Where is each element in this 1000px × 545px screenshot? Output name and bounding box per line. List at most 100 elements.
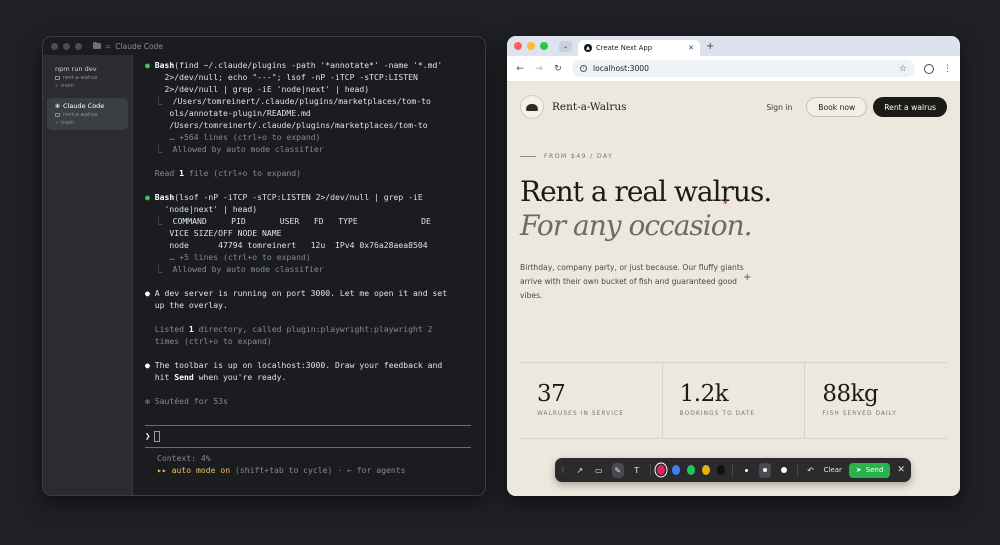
session-branch: main <box>61 83 74 89</box>
profile-avatar-icon[interactable] <box>924 63 934 74</box>
zoom-window-button[interactable] <box>75 42 82 50</box>
text-tool-icon[interactable]: T <box>631 463 643 478</box>
browser-tab[interactable]: ▲ Create Next App ✕ <box>578 40 700 56</box>
tree-corner-icon: ⎿ <box>145 96 173 106</box>
stat-label: FISH SERVED DAILY <box>822 411 897 417</box>
listed-summary[interactable]: Listed 1 directory, called plugin:playwr… <box>145 323 473 335</box>
context-usage: Context: 4% <box>157 453 211 463</box>
close-icon[interactable]: ✕ <box>897 465 905 475</box>
stat-value: 1.2k <box>679 381 729 407</box>
permission-note-text: Allowed by auto mode classifier <box>172 264 324 274</box>
tool-output-more[interactable]: … +5 lines (ctrl+o to expand) <box>145 251 473 263</box>
new-tab-plus-icon[interactable]: + <box>706 41 714 52</box>
divider <box>796 464 798 476</box>
tool-command-cont: 2>/dev/null; echo "---"; lsof -nP -iTCP … <box>145 72 418 82</box>
permission-note: ⎿ Allowed by auto mode classifier <box>145 264 324 274</box>
menu-kebab-icon[interactable]: ⋮ <box>943 64 952 74</box>
tool-output-text: COMMAND PID USER FD TYPE DE <box>172 216 431 226</box>
tab-search-chevron-down-icon[interactable]: ⌄ <box>559 40 572 52</box>
tool-output-line: node 47794 tomreinert 12u IPv4 0x76a28ae… <box>145 239 473 251</box>
site-info-icon[interactable]: i <box>580 65 587 72</box>
stroke-size-medium[interactable] <box>758 462 771 478</box>
pen-tool-icon[interactable]: ✎ <box>611 462 624 478</box>
permission-note-text: Allowed by auto mode classifier <box>172 144 324 154</box>
message-text: up the overlay. <box>154 300 228 310</box>
read-summary[interactable]: Read 1 file (ctrl+o to expand) <box>145 167 473 179</box>
assistant-message-cont: hit Send when you're ready. <box>145 371 473 383</box>
listed-text: times (ctrl+o to expand) <box>154 336 272 346</box>
undo-icon[interactable]: ↶ <box>805 463 817 478</box>
back-arrow-icon[interactable]: ← <box>515 64 525 74</box>
book-now-button[interactable]: Book now <box>806 97 868 117</box>
color-swatch-green[interactable] <box>687 465 696 475</box>
color-swatch-yellow[interactable] <box>702 465 711 475</box>
drag-handle-icon[interactable]: ⠇ <box>561 466 567 475</box>
stroke-size-small[interactable] <box>740 463 752 478</box>
prompt-input[interactable]: ❯ <box>145 426 471 447</box>
minimize-window-button[interactable] <box>63 42 70 50</box>
zoom-window-button[interactable] <box>540 42 548 50</box>
stroke-size-large[interactable] <box>778 463 790 478</box>
bookmark-star-icon[interactable]: ☆ <box>899 64 907 74</box>
address-bar[interactable]: i localhost:3000 ☆ <box>572 60 915 77</box>
hero-section: FROM $49 / DAY Rent a real walrus. For a… <box>507 132 960 303</box>
tool-output-line: /Users/tomreinert/.claude/plugins/market… <box>145 119 473 131</box>
tool-name: Bash <box>154 60 175 70</box>
color-swatch-red[interactable] <box>657 465 666 475</box>
reload-icon[interactable]: ↻ <box>553 64 563 74</box>
web-page: Rent-a-Walrus Sign in Book now Rent a wa… <box>507 82 960 496</box>
send-button[interactable]: ➤ Send <box>848 462 891 478</box>
color-swatch-blue[interactable] <box>672 465 681 475</box>
arrow-tool-icon[interactable]: ↗ <box>574 463 586 478</box>
divider <box>649 464 651 476</box>
folder-icon <box>55 113 60 117</box>
session-title-row: ✻ Claude Code <box>55 102 121 110</box>
tool-call-line: ● Bash(find ~/.claude/plugins -path '*an… <box>145 59 473 71</box>
rent-a-walrus-button[interactable]: Rent a walrus <box>873 97 947 117</box>
folder-icon <box>55 76 60 80</box>
send-label: Send <box>865 466 884 474</box>
rectangle-tool-icon[interactable]: ▭ <box>593 463 605 478</box>
tool-output-line: ⎿ /Users/tomreinert/.claude/plugins/mark… <box>145 95 473 107</box>
assistant-message: ● A dev server is running on port 3000. … <box>145 287 473 299</box>
nextjs-favicon-icon: ▲ <box>584 44 592 52</box>
eyebrow-rule <box>520 156 536 157</box>
tool-output-text: /Users/tomreinert/.claude/plugins/market… <box>172 96 431 106</box>
stat-value: 37 <box>537 381 566 407</box>
crosshair-cursor-icon: + <box>743 272 752 283</box>
tool-output-text: node 47794 tomreinert 12u IPv4 0x76a28ae… <box>169 240 428 250</box>
message-dot-icon: ● <box>145 288 150 298</box>
stat-value: 88kg <box>822 381 879 407</box>
walrus-logo[interactable] <box>520 95 544 119</box>
tool-output-more[interactable]: … +564 lines (ctrl+o to expand) <box>145 131 473 143</box>
assistant-message: ● The toolbar is up on localhost:3000. D… <box>145 359 473 371</box>
close-window-button[interactable] <box>514 42 522 50</box>
brand-name[interactable]: Rent-a-Walrus <box>552 101 766 113</box>
tool-call-line: ● Bash(lsof -nP -iTCP -sTCP:LISTEN 2>/de… <box>145 191 473 203</box>
annotation-toolbar: ⠇ ↗ ▭ ✎ T ↶ Clear ➤ Send ✕ <box>555 458 911 482</box>
session-folder-row: rent-a-walrus <box>55 75 121 81</box>
session-title: npm run dev <box>55 65 97 73</box>
send-plane-icon: ➤ <box>855 466 862 474</box>
prompt-area: ❯ Context: 4% ▸▸ auto mode on (shift+tab… <box>145 425 471 476</box>
close-icon[interactable]: ✕ <box>688 44 694 52</box>
session-sidebar: npm run dev rent-a-walrus ⑂ main ✻ Claud… <box>43 55 133 495</box>
message-bold: Send <box>174 372 194 382</box>
listed-summary-cont: times (ctrl+o to expand) <box>145 335 473 347</box>
close-window-button[interactable] <box>51 42 58 50</box>
session-item-claude-code[interactable]: ✻ Claude Code rent-a-walrus ⑂ main <box>47 98 128 130</box>
minimize-window-button[interactable] <box>527 42 535 50</box>
sign-in-link[interactable]: Sign in <box>766 103 792 112</box>
color-swatch-black[interactable] <box>717 465 726 475</box>
status-area: Context: 4% ▸▸ auto mode on (shift+tab t… <box>145 452 471 476</box>
terminal-title-text: Claude Code <box>115 41 163 51</box>
auto-mode-status[interactable]: ▸▸ auto mode on (shift+tab to cycle) · ←… <box>157 464 471 476</box>
tool-command: (lsof -nP -iTCP -sTCP:LISTEN 2>/dev/null… <box>174 192 423 202</box>
session-item-npm-run-dev[interactable]: npm run dev rent-a-walrus ⑂ main <box>47 61 128 93</box>
forward-arrow-icon[interactable]: → <box>534 64 544 74</box>
git-branch-icon: ⑂ <box>55 120 59 126</box>
expand-hint: … +564 lines (ctrl+o to expand) <box>169 132 321 142</box>
clear-button[interactable]: Clear <box>824 466 842 474</box>
hero-description: Birthday, company party, or just because… <box>520 263 744 300</box>
url-text: localhost:3000 <box>593 64 649 73</box>
